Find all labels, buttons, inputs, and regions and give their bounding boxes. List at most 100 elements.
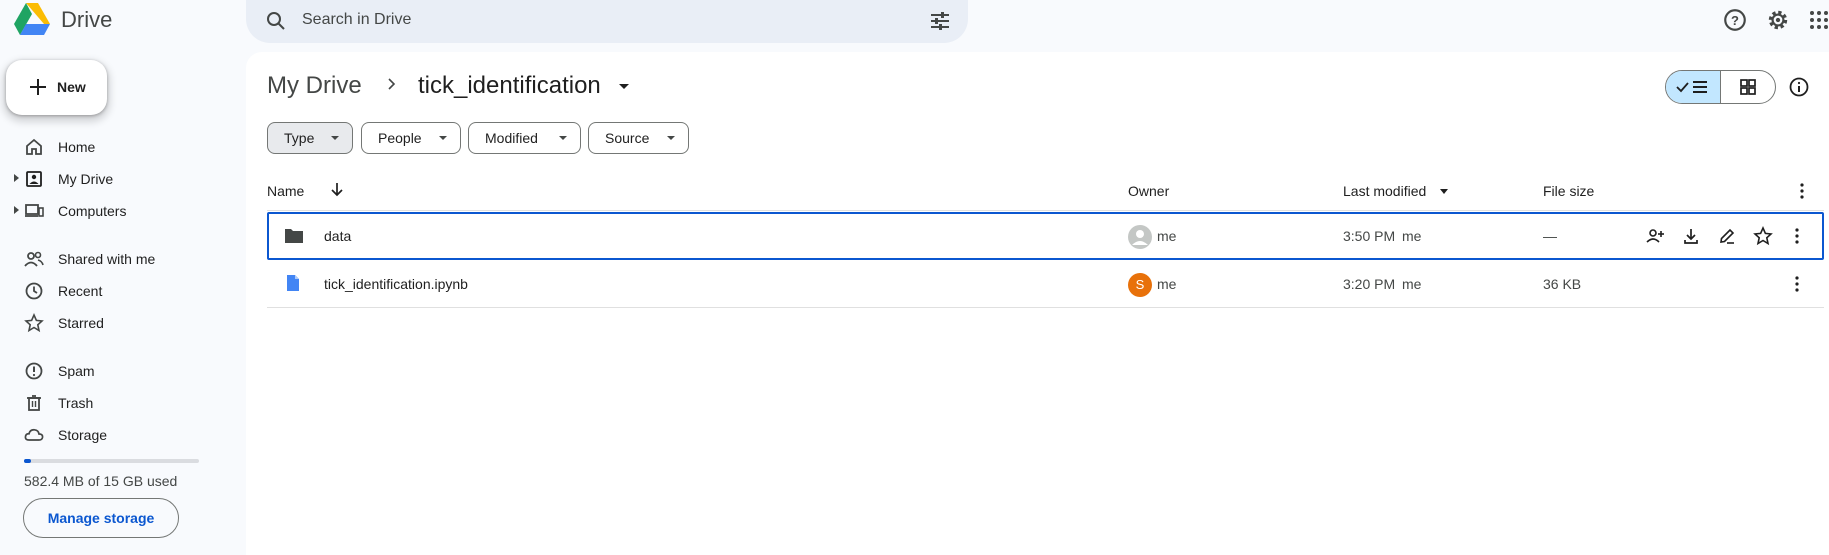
download-icon[interactable] bbox=[1681, 226, 1701, 246]
view-toggle bbox=[1665, 70, 1776, 104]
sidebar-item-label: Storage bbox=[58, 427, 108, 443]
table-row[interactable]: data me 3:50 PM me — bbox=[267, 212, 1824, 260]
column-header-owner[interactable]: Owner bbox=[1128, 183, 1169, 199]
sidebar-item-label: Trash bbox=[58, 395, 94, 411]
folder-menu-dropdown-icon[interactable] bbox=[619, 84, 629, 89]
apps-grid-icon[interactable] bbox=[1808, 7, 1829, 33]
list-view-button[interactable] bbox=[1666, 71, 1721, 103]
svg-text:?: ? bbox=[1731, 13, 1739, 28]
manage-storage-button[interactable]: Manage storage bbox=[23, 498, 179, 538]
sidebar-item-label: Starred bbox=[58, 315, 104, 331]
dropdown-arrow-icon bbox=[331, 136, 339, 140]
main-panel: My Drive tick_identification Type People… bbox=[246, 52, 1829, 555]
document-file-icon bbox=[287, 275, 299, 291]
column-header-last-modified[interactable]: Last modified bbox=[1343, 183, 1426, 199]
help-icon[interactable]: ? bbox=[1722, 7, 1748, 33]
sidebar-item-label: Spam bbox=[58, 363, 95, 379]
owner-name: me bbox=[1157, 228, 1177, 244]
info-icon[interactable] bbox=[1788, 76, 1810, 98]
share-add-person-icon[interactable] bbox=[1645, 226, 1665, 246]
modified-by: me bbox=[1402, 276, 1422, 292]
sidebar-item-label: Shared with me bbox=[58, 251, 156, 267]
file-name[interactable]: tick_identification.ipynb bbox=[324, 276, 468, 292]
checkmark-list-icon bbox=[1676, 81, 1707, 93]
filter-type-chip[interactable]: Type bbox=[267, 122, 353, 154]
app-name[interactable]: Drive bbox=[61, 7, 112, 33]
owner-name: me bbox=[1157, 276, 1177, 292]
grid-view-button[interactable] bbox=[1721, 71, 1775, 103]
sidebar-item-label: Home bbox=[58, 139, 96, 155]
sidebar-item-starred[interactable]: Starred bbox=[0, 307, 230, 339]
table-row[interactable]: tick_identification.ipynb S me 3:20 PM m… bbox=[267, 260, 1824, 308]
row-divider bbox=[267, 307, 1824, 308]
filter-label: People bbox=[378, 130, 422, 146]
sidebar-item-storage[interactable]: Storage bbox=[0, 419, 230, 451]
column-header-name[interactable]: Name bbox=[267, 183, 304, 199]
storage-usage-text: 582.4 MB of 15 GB used bbox=[24, 473, 178, 489]
cloud-icon bbox=[24, 428, 44, 441]
new-button-label: New bbox=[57, 79, 86, 95]
modified-time: 3:50 PM bbox=[1343, 228, 1396, 244]
dropdown-arrow-icon bbox=[559, 136, 567, 140]
more-actions-icon[interactable] bbox=[1789, 274, 1805, 294]
chevron-right-icon bbox=[388, 78, 396, 90]
sidebar-item-spam[interactable]: Spam bbox=[0, 355, 230, 387]
modified-time: 3:20 PM bbox=[1343, 276, 1396, 292]
filter-modified-chip[interactable]: Modified bbox=[468, 122, 581, 154]
grid-icon bbox=[1740, 79, 1756, 95]
file-name[interactable]: data bbox=[324, 228, 351, 244]
plus-icon bbox=[30, 79, 46, 95]
rename-pencil-icon[interactable] bbox=[1717, 226, 1737, 246]
more-actions-icon[interactable] bbox=[1789, 226, 1805, 246]
my-drive-icon bbox=[26, 171, 42, 187]
sidebar-item-my-drive[interactable]: My Drive bbox=[0, 163, 230, 195]
spam-icon bbox=[25, 362, 43, 380]
column-header-file-size[interactable]: File size bbox=[1543, 183, 1594, 199]
computers-icon bbox=[25, 204, 44, 217]
search-input[interactable]: Search in Drive bbox=[302, 11, 411, 29]
sidebar-item-trash[interactable]: Trash bbox=[0, 387, 230, 419]
filter-source-chip[interactable]: Source bbox=[588, 122, 689, 154]
drive-logo-icon[interactable] bbox=[14, 2, 50, 36]
filter-label: Type bbox=[284, 130, 315, 146]
search-bar[interactable]: Search in Drive bbox=[246, 0, 968, 43]
search-icon[interactable] bbox=[264, 9, 288, 33]
expand-caret-icon[interactable] bbox=[14, 174, 19, 182]
top-bar: Drive Search in Drive ? bbox=[0, 0, 1829, 44]
breadcrumb-my-drive[interactable]: My Drive bbox=[267, 72, 362, 100]
storage-usage-fill bbox=[24, 459, 31, 463]
filter-label: Source bbox=[605, 130, 650, 146]
sidebar-item-shared-with-me[interactable]: Shared with me bbox=[0, 243, 230, 275]
trash-icon bbox=[27, 395, 41, 411]
owner-avatar bbox=[1128, 225, 1152, 249]
new-button[interactable]: New bbox=[6, 60, 107, 115]
dropdown-arrow-icon bbox=[667, 136, 675, 140]
file-size: 36 KB bbox=[1543, 276, 1582, 292]
expand-caret-icon[interactable] bbox=[14, 206, 19, 214]
star-icon[interactable] bbox=[1753, 226, 1773, 246]
sidebar-item-recent[interactable]: Recent bbox=[0, 275, 230, 307]
sidebar-item-label: Recent bbox=[58, 283, 103, 299]
search-options-icon[interactable] bbox=[928, 9, 952, 33]
settings-gear-icon[interactable] bbox=[1765, 7, 1791, 33]
sidebar-item-computers[interactable]: Computers bbox=[0, 195, 230, 227]
header-divider bbox=[267, 210, 1824, 211]
folder-icon bbox=[285, 229, 303, 243]
sidebar-item-home[interactable]: Home bbox=[0, 131, 230, 163]
filter-label: Modified bbox=[485, 130, 538, 146]
more-vert-icon[interactable] bbox=[1794, 182, 1810, 200]
breadcrumb-current-folder[interactable]: tick_identification bbox=[418, 72, 601, 100]
owner-avatar: S bbox=[1128, 273, 1152, 297]
sidebar-item-label: Computers bbox=[58, 203, 127, 219]
file-size: — bbox=[1543, 228, 1557, 244]
star-icon bbox=[24, 313, 44, 333]
modified-by: me bbox=[1402, 228, 1422, 244]
filter-people-chip[interactable]: People bbox=[361, 122, 461, 154]
clock-icon bbox=[25, 282, 43, 300]
sort-arrow-down-icon[interactable] bbox=[328, 180, 346, 198]
shared-people-icon bbox=[24, 251, 44, 267]
sidebar-item-label: My Drive bbox=[58, 171, 114, 187]
home-icon bbox=[26, 138, 42, 155]
sort-dropdown-icon[interactable] bbox=[1440, 189, 1448, 194]
dropdown-arrow-icon bbox=[439, 136, 447, 140]
